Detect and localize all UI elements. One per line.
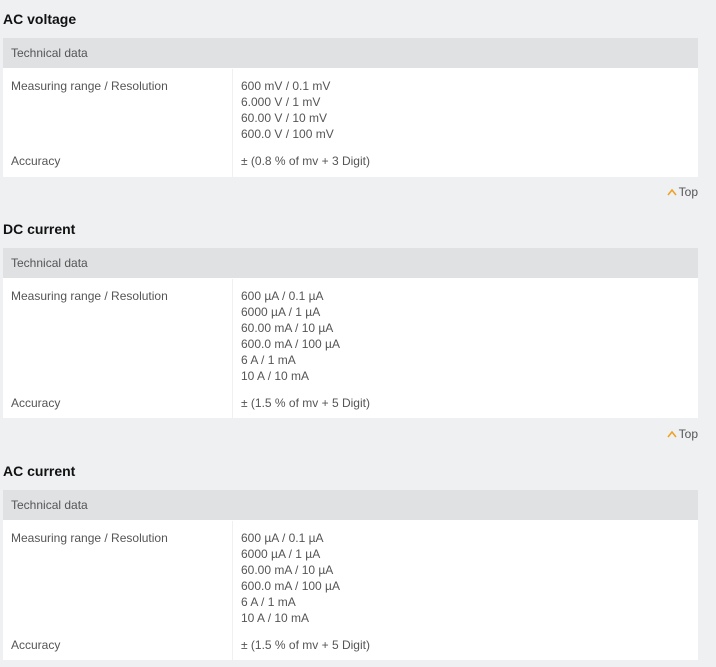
header-label: Technical data <box>11 46 88 60</box>
caret-up-icon <box>667 188 677 196</box>
top-link-label: Top <box>678 427 698 441</box>
section-ac-voltage: AC voltage Technical data Measuring rang… <box>0 10 716 210</box>
value-line: 6 A / 1 mA <box>241 353 296 367</box>
value-line: 6 A / 1 mA <box>241 595 296 609</box>
row-values: ± (0.8 % of mv + 3 Digit) <box>241 153 370 169</box>
row-values: ± (1.5 % of mv + 5 Digit) <box>241 395 370 411</box>
value-line: 6000 µA / 1 µA <box>241 305 321 319</box>
table-header: Technical data <box>3 38 698 69</box>
row-values: ± (1.5 % of mv + 5 Digit) <box>241 637 370 653</box>
value-line: 6.000 V / 1 mV <box>241 95 321 109</box>
spec-table: Technical data Measuring range / Resolut… <box>3 490 698 660</box>
section-dc-current: DC current Technical data Measuring rang… <box>0 220 716 450</box>
row-label: Measuring range / Resolution <box>11 289 168 303</box>
section-ac-current: AC current Technical data Measuring rang… <box>0 462 716 667</box>
table-row: Accuracy ± (1.5 % of mv + 5 Digit) <box>3 631 698 661</box>
value-line: ± (1.5 % of mv + 5 Digit) <box>241 638 370 652</box>
value-line: 10 A / 10 mA <box>241 611 310 625</box>
value-line: 600.0 mA / 100 µA <box>241 579 340 593</box>
top-link-label: Top <box>678 185 698 199</box>
value-line: 60.00 V / 10 mV <box>241 111 328 125</box>
value-line: 6000 µA / 1 µA <box>241 547 321 561</box>
table-row: Measuring range / Resolution 600 µA / 0.… <box>3 279 698 389</box>
row-label: Accuracy <box>11 396 61 410</box>
header-label: Technical data <box>11 256 88 270</box>
value-line: ± (1.5 % of mv + 5 Digit) <box>241 396 370 410</box>
row-values: 600 mV / 0.1 mV 6.000 V / 1 mV 60.00 V /… <box>241 78 334 142</box>
value-line: 600 µA / 0.1 µA <box>241 289 324 303</box>
value-line: ± (0.8 % of mv + 3 Digit) <box>241 154 370 168</box>
top-link[interactable]: Top <box>667 427 698 441</box>
caret-up-icon <box>667 430 677 438</box>
spec-table: Technical data Measuring range / Resolut… <box>3 38 698 177</box>
table-header: Technical data <box>3 248 698 279</box>
section-title: AC current <box>3 463 76 479</box>
table-row: Accuracy ± (1.5 % of mv + 5 Digit) <box>3 389 698 419</box>
value-line: 60.00 mA / 10 µA <box>241 321 334 335</box>
row-values: 600 µA / 0.1 µA 6000 µA / 1 µA 60.00 mA … <box>241 288 340 384</box>
row-label: Accuracy <box>11 638 61 652</box>
value-line: 600 µA / 0.1 µA <box>241 531 324 545</box>
value-line: 60.00 mA / 10 µA <box>241 563 334 577</box>
row-label: Measuring range / Resolution <box>11 531 168 545</box>
table-row: Measuring range / Resolution 600 mV / 0.… <box>3 69 698 147</box>
value-line: 600.0 V / 100 mV <box>241 127 334 141</box>
row-values: 600 µA / 0.1 µA 6000 µA / 1 µA 60.00 mA … <box>241 530 340 626</box>
spec-table: Technical data Measuring range / Resolut… <box>3 248 698 418</box>
row-label: Measuring range / Resolution <box>11 79 168 93</box>
header-label: Technical data <box>11 498 88 512</box>
top-link[interactable]: Top <box>667 185 698 199</box>
table-row: Accuracy ± (0.8 % of mv + 3 Digit) <box>3 147 698 177</box>
value-line: 600 mV / 0.1 mV <box>241 79 331 93</box>
table-row: Measuring range / Resolution 600 µA / 0.… <box>3 521 698 631</box>
value-line: 600.0 mA / 100 µA <box>241 337 340 351</box>
table-header: Technical data <box>3 490 698 521</box>
section-title: AC voltage <box>3 11 77 27</box>
row-label: Accuracy <box>11 154 61 168</box>
value-line: 10 A / 10 mA <box>241 369 310 383</box>
section-title: DC current <box>3 221 76 237</box>
